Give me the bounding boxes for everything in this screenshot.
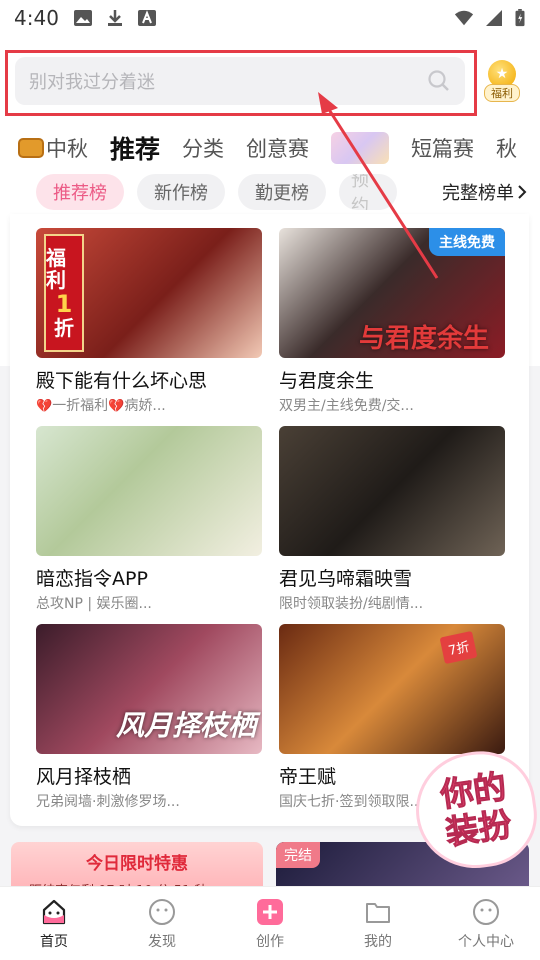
chip-new-rank[interactable]: 新作榜 [137,174,225,210]
ranking-chips: 推荐榜 新作榜 勤更榜 预约 完整榜单 [0,172,540,212]
tab-creative-contest[interactable]: 创意赛 [246,133,309,163]
badge-number: 1 [55,289,73,318]
book-card[interactable]: 主线免费 与君度余生 与君度余生 双男主/主线免费/交... [279,228,505,415]
tab-short-contest[interactable]: 短篇赛 [411,133,474,163]
tag-text: 病娇... [124,398,166,414]
completed-badge: 完结 [276,842,320,868]
book-title: 风月择枝栖 [36,766,132,788]
tab-label: 秋 [496,137,518,161]
nav-label: 我的 [364,933,392,950]
book-tags: 💔一折福利💔病娇... [36,395,262,415]
font-icon [137,10,156,26]
tab-mid-autumn[interactable]: 中秋 [18,133,88,163]
nav-create[interactable]: 创作 [216,887,324,960]
heart-icon: 💔 [36,399,53,414]
flash-sale-title: 今日限时特惠 [86,854,188,874]
welfare-badge: 福利 1 折 [44,234,84,352]
book-grid: 福利 1 折 殿下能有什么坏心思 💔一折福利💔病娇... 主线免费 与君度余生 … [10,214,529,826]
book-tags: 限时领取装扮/纯剧情... [279,596,424,612]
tab-recommend[interactable]: 推荐 [110,130,160,166]
welfare-button[interactable]: ★ 福利 [484,60,520,102]
search-placeholder: 别对我过分着迷 [29,72,155,93]
battery-icon [515,9,525,27]
tab-autumn[interactable]: 秋 [496,133,517,163]
folder-icon [366,902,390,923]
search-input[interactable]: 别对我过分着迷 [15,57,465,105]
book-title: 殿下能有什么坏心思 [36,370,208,392]
chip-reserve-rank[interactable]: 预约 [339,174,397,210]
status-bar: 4:40 [0,0,540,36]
nav-label: 创作 [256,933,284,950]
nav-home[interactable]: 首页 [0,887,108,960]
signal-icon [486,10,502,26]
free-badge: 主线免费 [429,228,505,256]
book-cover[interactable]: 主线免费 与君度余生 [279,228,505,358]
book-tags: 双男主/主线免费/交... [279,398,414,414]
tab-label: 短篇赛 [411,137,475,161]
tag-text: 一折福利 [52,398,109,414]
book-card[interactable]: 君见乌啼霜映雪 限时领取装扮/纯剧情... [279,426,505,613]
cover-art-title: 风月择枝栖 [116,709,257,742]
book-card[interactable]: 风月择枝栖 风月择枝栖 兄弟阋墙·刺激修罗场... [36,624,262,811]
discover-icon [149,898,175,925]
heart-icon: 💔 [108,399,125,414]
tab-label: 推荐 [110,135,161,164]
home-icon [42,899,66,924]
tab-label: 分类 [182,137,225,161]
book-title: 与君度余生 [279,370,375,392]
wifi-icon [454,10,474,26]
nav-label: 首页 [40,933,68,950]
full-ranking-label: 完整榜单 [442,183,514,204]
chevron-right-icon [518,185,527,199]
tab-label: 创意赛 [246,137,310,161]
full-ranking-link[interactable]: 完整榜单 [434,175,530,209]
tab-label: 中秋 [46,137,88,161]
badge-unit: 折 [54,316,74,341]
nav-label: 个人中心 [458,933,514,950]
nav-profile[interactable]: 个人中心 [432,887,540,960]
book-cover[interactable]: 7折 [279,624,505,754]
book-cover[interactable]: 福利 1 折 [36,228,262,358]
badge-text: 福利 [46,245,66,292]
book-tags: 兄弟阋墙·刺激修罗场... [36,794,180,810]
download-icon [107,10,122,26]
book-cover[interactable]: 风月择枝栖 [36,624,262,754]
book-cover[interactable] [279,426,505,556]
book-card[interactable]: 暗恋指令APP 总攻NP | 娱乐圈... [36,426,262,613]
book-card[interactable]: 福利 1 折 殿下能有什么坏心思 💔一折福利💔病娇... [36,228,262,415]
welfare-label: 福利 [484,84,520,102]
book-cover[interactable] [36,426,262,556]
tab-category[interactable]: 分类 [182,133,224,163]
channel-tabs: 中秋 推荐 分类 创意赛 短篇赛 秋 [0,126,540,170]
chip-recommend-rank[interactable]: 推荐榜 [36,174,124,210]
image-icon [73,10,92,26]
book-title: 暗恋指令APP [36,568,148,590]
chip-label: 新作榜 [154,183,208,204]
nav-discover[interactable]: 发现 [108,887,216,960]
status-time: 4:40 [14,6,59,30]
cover-art-title: 与君度余生 [359,324,490,354]
nav-label: 发现 [148,933,176,950]
mooncake-icon [18,138,44,158]
chip-update-rank[interactable]: 勤更榜 [238,174,326,210]
discount-badge: 7折 [439,630,478,665]
profile-icon [473,898,499,925]
bottom-nav: 首页 发现 创作 我的 个人中心 [0,886,540,960]
flash-sale-banner[interactable]: 今日限时特惠 距结束仅剩 07 时 10 分 51 秒 [11,842,263,892]
plus-icon [257,898,283,925]
nav-mine[interactable]: 我的 [324,887,432,960]
chip-label: 预约 [351,174,369,210]
search-icon[interactable] [427,69,451,93]
book-tags: 总攻NP | 娱乐圈... [36,596,152,612]
book-title: 君见乌啼霜映雪 [279,568,413,590]
chip-label: 勤更榜 [255,183,309,204]
tab-event-banner[interactable] [331,132,390,164]
sticker-line: 装扮 [443,804,515,853]
chip-label: 推荐榜 [53,183,107,204]
